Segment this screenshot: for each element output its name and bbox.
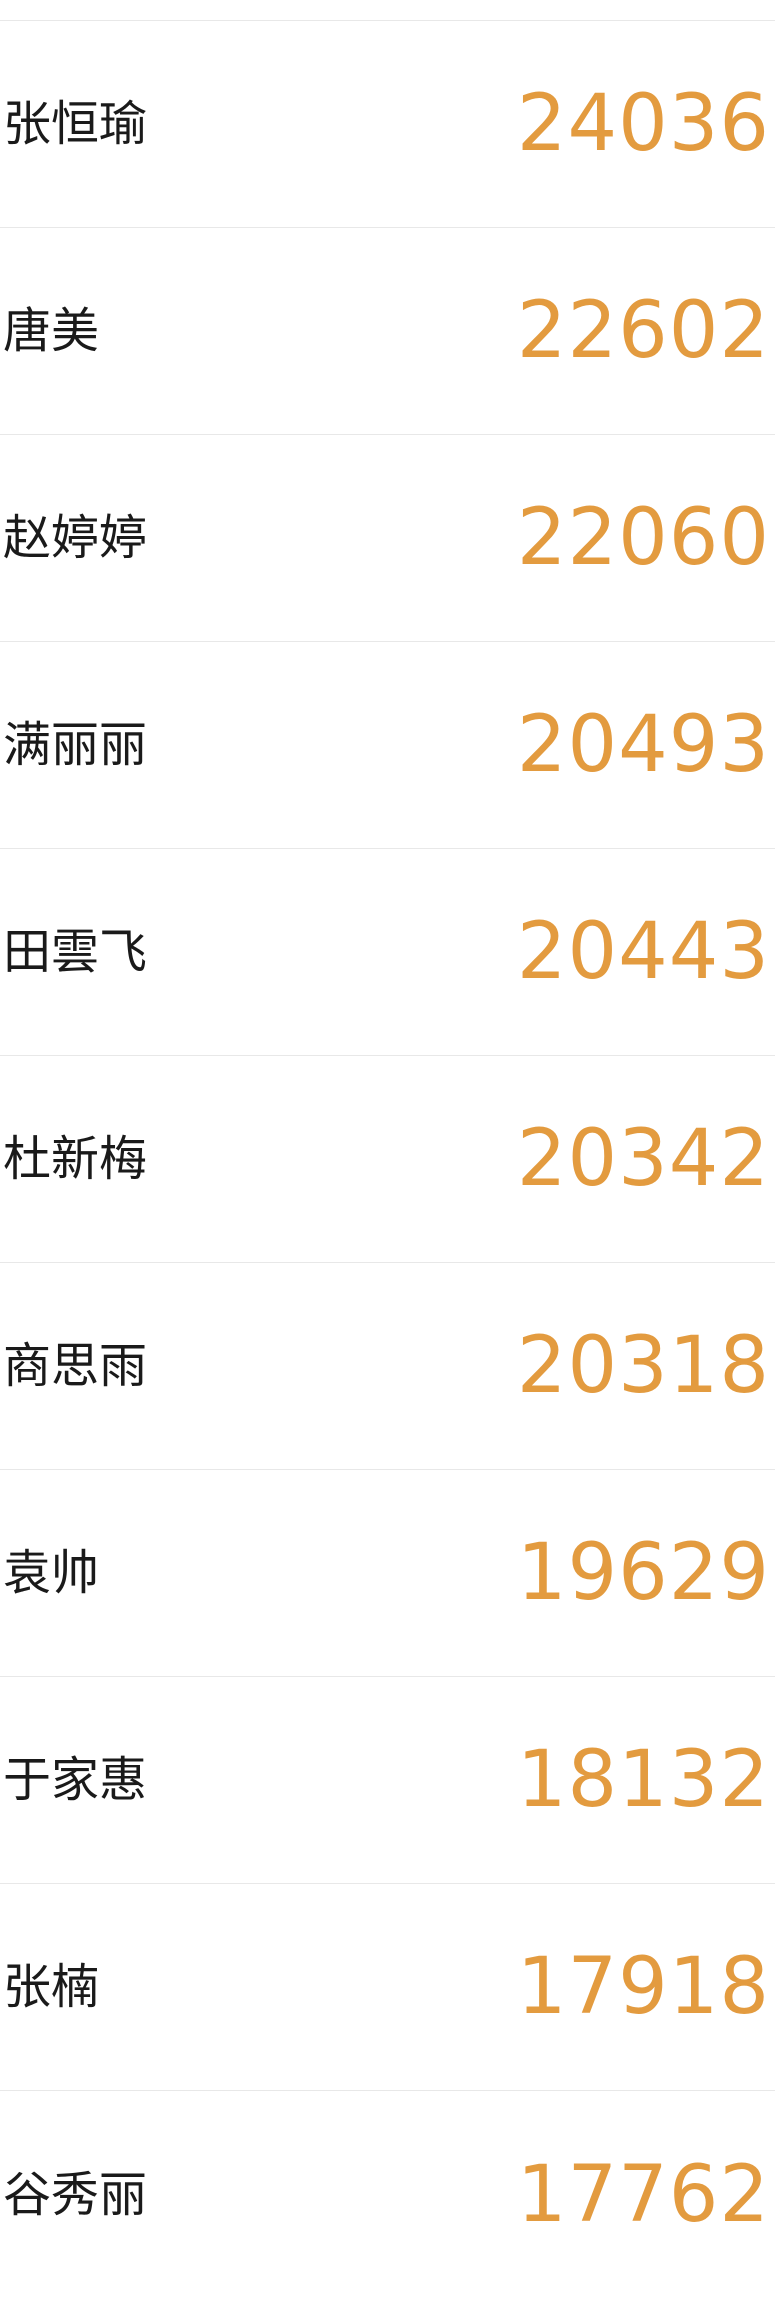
ranking-list: 张恒瑜 24036 唐美 22602 赵婷婷 22060 满丽丽 20493 田… [0, 0, 775, 2234]
score-value: 20318 [516, 1321, 770, 1411]
score-value: 24036 [516, 79, 770, 169]
score-value: 22602 [516, 286, 770, 376]
person-name: 唐美 [3, 303, 100, 359]
list-item[interactable]: 谷秀丽 17762 [0, 2091, 775, 2298]
list-item[interactable]: 唐美 22602 [0, 228, 775, 435]
score-value: 20342 [516, 1114, 770, 1204]
person-name: 田雲飞 [3, 924, 148, 980]
list-item[interactable]: 满丽丽 20493 [0, 642, 775, 849]
person-name: 张恒瑜 [3, 96, 148, 152]
list-item[interactable]: 张恒瑜 24036 [0, 21, 775, 228]
list-item[interactable]: 张楠 17918 [0, 1884, 775, 2091]
score-value: 20443 [516, 907, 770, 997]
list-item[interactable]: 商思雨 20318 [0, 1263, 775, 1470]
person-name: 商思雨 [3, 1338, 148, 1394]
list-item[interactable]: 田雲飞 20443 [0, 849, 775, 1056]
list-item[interactable]: 袁帅 19629 [0, 1470, 775, 1677]
person-name: 袁帅 [3, 1545, 100, 1601]
list-item[interactable]: 杜新梅 20342 [0, 1056, 775, 1263]
score-value: 19629 [516, 1528, 770, 1618]
score-value: 20493 [516, 700, 770, 790]
person-name: 谷秀丽 [3, 2166, 148, 2223]
person-name: 赵婷婷 [3, 510, 148, 566]
list-item[interactable]: 赵婷婷 22060 [0, 435, 775, 642]
score-value: 22060 [516, 493, 770, 583]
score-value: 17762 [516, 2149, 770, 2240]
person-name: 张楠 [3, 1959, 100, 2015]
person-name: 杜新梅 [3, 1131, 148, 1187]
person-name: 于家惠 [3, 1752, 148, 1808]
person-name: 满丽丽 [3, 717, 148, 773]
list-item[interactable]: 于家惠 18132 [0, 1677, 775, 1884]
score-value: 17918 [516, 1942, 770, 2032]
score-value: 18132 [516, 1735, 770, 1825]
